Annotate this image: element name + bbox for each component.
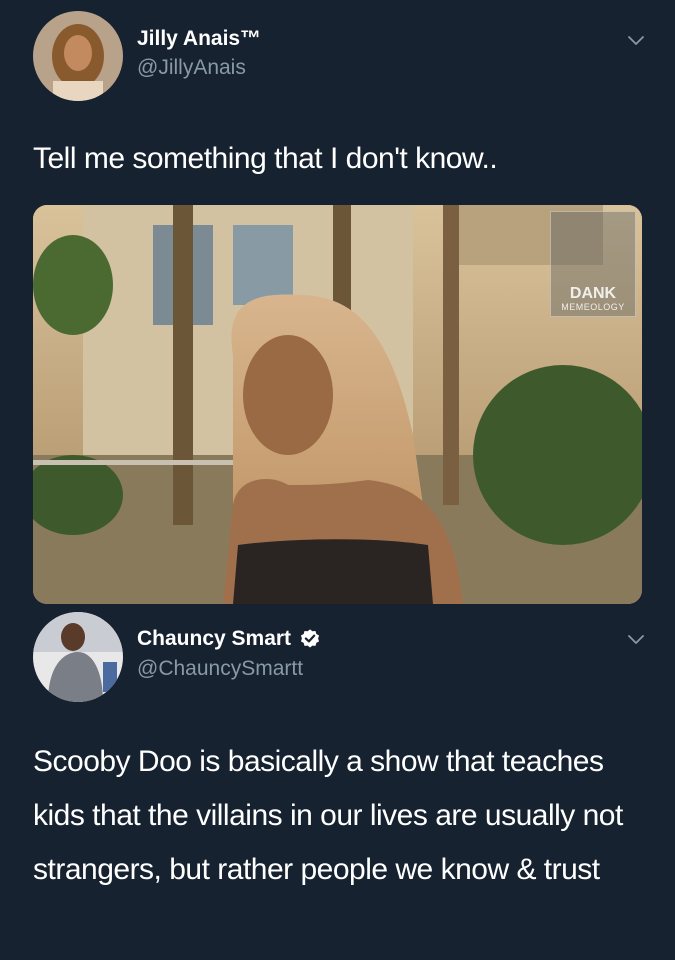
verified-badge-icon xyxy=(300,629,320,648)
avatar-photo xyxy=(33,11,123,101)
tweet-text: Tell me something that I don't know.. xyxy=(33,142,498,175)
tweet-photo[interactable]: DANK MEMEOLOGY xyxy=(33,205,642,604)
watermark-line2: MEMEOLOGY xyxy=(561,302,625,312)
display-name-text: Chauncy Smart xyxy=(137,627,292,650)
dank-memeology-watermark: DANK MEMEOLOGY xyxy=(550,211,636,317)
user-handle[interactable]: @ChauncySmartt xyxy=(137,657,303,681)
chevron-down-icon[interactable] xyxy=(625,29,647,51)
display-name[interactable]: Jilly Anais™ xyxy=(137,27,261,51)
chevron-down-icon[interactable] xyxy=(625,628,647,650)
avatar-photo xyxy=(33,612,123,702)
tweet-screenshot: Jilly Anais™ @JillyAnais Tell me somethi… xyxy=(0,0,675,960)
jilly-anais-avatar[interactable] xyxy=(33,11,123,101)
user-handle[interactable]: @JillyAnais xyxy=(137,56,246,80)
watermark-line1: DANK xyxy=(569,285,617,302)
display-name-text: Jilly Anais™ xyxy=(137,27,262,50)
tweet-text: Scooby Doo is basically a show that teac… xyxy=(33,745,623,886)
display-name[interactable]: Chauncy Smart xyxy=(137,627,321,651)
chauncy-smart-avatar[interactable] xyxy=(33,612,123,702)
